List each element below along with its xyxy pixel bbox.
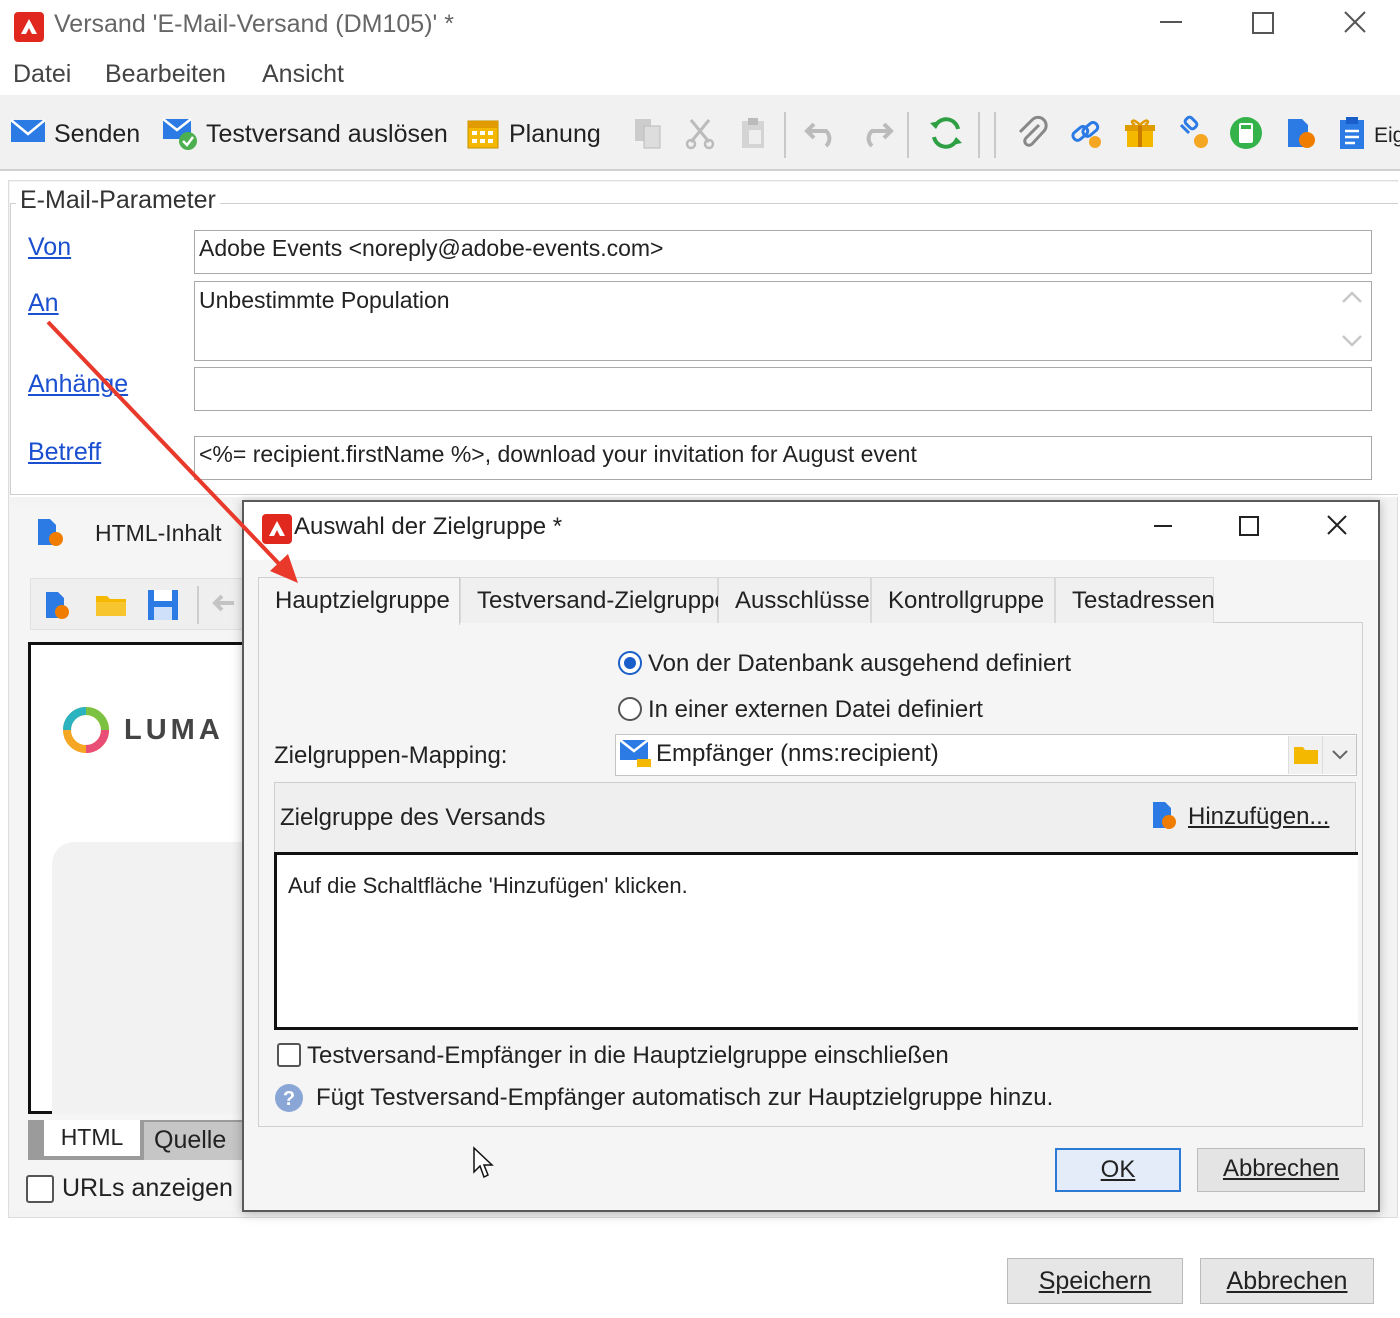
menu-bearbeiten[interactable]: Bearbeiten — [105, 60, 226, 89]
recipient-envelope-icon — [619, 737, 653, 776]
open-folder-icon[interactable] — [94, 590, 128, 625]
radio-external-file[interactable] — [618, 697, 642, 721]
toolbar-separator — [994, 112, 996, 158]
save-disk-icon[interactable] — [146, 588, 180, 627]
to-link[interactable]: An — [28, 289, 59, 318]
show-urls-label: URLs anzeigen — [62, 1174, 233, 1202]
test-send-button[interactable]: Testversand auslösen — [206, 120, 448, 149]
dialog-close-button[interactable] — [1314, 504, 1360, 550]
help-text: Fügt Testversand-Empfänger automatisch z… — [316, 1084, 1054, 1111]
include-test-recipients-label: Testversand-Empfänger in die Hauptzielgr… — [307, 1042, 949, 1069]
subject-field[interactable]: <%= recipient.firstName %>, download you… — [194, 436, 1372, 480]
calendar-icon[interactable] — [465, 115, 501, 151]
ok-button[interactable]: OK — [1055, 1148, 1181, 1192]
to-field[interactable]: Unbestimmte Population — [194, 281, 1372, 361]
save-button[interactable]: Speichern — [1007, 1258, 1183, 1304]
send-button[interactable]: Senden — [54, 120, 140, 149]
minimize-button[interactable] — [1148, 2, 1194, 48]
toolbar-separator — [197, 586, 199, 624]
undo-icon[interactable] — [804, 115, 840, 151]
luma-logo-text: LUMA — [124, 714, 224, 746]
save-label: Speichern — [1038, 1267, 1152, 1295]
tab-main-target[interactable]: Hauptzielgruppe — [258, 577, 460, 625]
broken-link-icon[interactable] — [1175, 115, 1211, 151]
window-title: Versand 'E-Mail-Versand (DM105)' * — [54, 10, 454, 38]
preview-content-block — [52, 842, 248, 1114]
clipboard-icon[interactable] — [1334, 115, 1370, 151]
menu-datei[interactable]: Datei — [13, 60, 71, 89]
target-list-hint: Auf die Schaltfläche 'Hinzufügen' klicke… — [288, 873, 688, 898]
tab-test-target[interactable]: Testversand-Zielgruppe — [460, 577, 728, 623]
include-test-recipients-checkbox[interactable] — [277, 1043, 301, 1067]
gift-icon[interactable] — [1122, 115, 1158, 151]
toolbar-separator — [907, 112, 909, 158]
cancel-button[interactable]: Abbrechen — [1200, 1258, 1374, 1304]
toolbar-separator — [978, 112, 980, 158]
menu-ansicht[interactable]: Ansicht — [262, 60, 344, 89]
from-link[interactable]: Von — [28, 233, 71, 262]
redo-icon[interactable] — [858, 115, 894, 151]
mouse-cursor-icon — [472, 1146, 494, 1185]
tab-test-addresses[interactable]: Testadressen — [1055, 577, 1215, 623]
test-send-icon[interactable] — [162, 115, 198, 151]
delivery-target-label: Zielgruppe des Versands — [280, 804, 546, 831]
undo-small-icon[interactable] — [212, 590, 244, 625]
add-target-icon[interactable] — [1150, 798, 1180, 837]
show-urls-checkbox[interactable] — [26, 1175, 54, 1203]
mapping-value: Empfänger (nms:recipient) — [656, 740, 939, 767]
help-icon: ? — [274, 1083, 304, 1118]
dialog-maximize-button[interactable] — [1226, 504, 1272, 550]
mapping-label: Zielgruppen-Mapping: — [274, 742, 508, 769]
cancel-label: Abbrechen — [1226, 1267, 1348, 1295]
send-envelope-icon[interactable] — [10, 113, 46, 149]
tab-source[interactable]: Quelle — [144, 1122, 248, 1160]
scroll-down-icon[interactable] — [1339, 330, 1365, 355]
dialog-cancel-button[interactable]: Abbrechen — [1197, 1148, 1365, 1192]
to-field-value: Unbestimmte Population — [199, 287, 450, 313]
cut-icon[interactable] — [682, 115, 718, 151]
new-content-icon[interactable] — [42, 588, 74, 627]
dialog-minimize-button[interactable] — [1140, 504, 1186, 550]
chevron-down-icon[interactable] — [1322, 736, 1356, 774]
from-field[interactable]: Adobe Events <noreply@adobe-events.com> — [194, 230, 1372, 274]
attachments-field[interactable] — [194, 367, 1372, 411]
tab-exclusions[interactable]: Ausschlüsse — [718, 577, 871, 623]
attachment-icon[interactable] — [1014, 115, 1050, 151]
folder-browse-icon[interactable] — [1288, 736, 1322, 774]
attachments-link[interactable]: Anhänge — [28, 370, 128, 399]
dialog-cancel-label: Abbrechen — [1222, 1155, 1340, 1182]
scroll-up-icon[interactable] — [1339, 288, 1365, 313]
adobe-campaign-logo-icon — [14, 12, 44, 42]
dialog-app-logo-icon — [262, 514, 292, 544]
ok-label: OK — [1100, 1156, 1136, 1183]
maximize-button[interactable] — [1240, 2, 1286, 48]
tab-html[interactable]: HTML — [44, 1120, 140, 1156]
subject-link[interactable]: Betreff — [28, 438, 101, 467]
toolbar-overflow-label[interactable]: Eig — [1374, 124, 1400, 148]
toolbar-separator — [784, 112, 786, 158]
link-icon[interactable] — [1068, 115, 1104, 151]
svg-text:?: ? — [283, 1088, 295, 1110]
html-content-icon — [34, 515, 68, 556]
email-parameters-legend: E-Mail-Parameter — [16, 186, 220, 215]
calculator-icon[interactable] — [1228, 115, 1264, 151]
luma-logo-icon — [60, 704, 112, 761]
add-target-button[interactable]: Hinzufügen... — [1188, 803, 1329, 831]
radio-database-defined[interactable] — [618, 651, 642, 675]
copy-icon[interactable] — [630, 115, 666, 151]
refresh-icon[interactable] — [928, 115, 964, 151]
tab-control-group[interactable]: Kontrollgruppe — [871, 577, 1055, 623]
html-content-title: HTML-Inhalt — [95, 520, 222, 546]
radio-external-file-label: In einer externen Datei definiert — [648, 696, 983, 723]
dialog-title: Auswahl der Zielgruppe * — [294, 513, 563, 540]
close-button[interactable] — [1332, 2, 1378, 48]
planning-button[interactable]: Planung — [509, 120, 601, 149]
radio-database-label: Von der Datenbank ausgehend definiert — [648, 650, 1071, 677]
content-icon[interactable] — [1282, 115, 1318, 151]
paste-icon[interactable] — [735, 115, 771, 151]
